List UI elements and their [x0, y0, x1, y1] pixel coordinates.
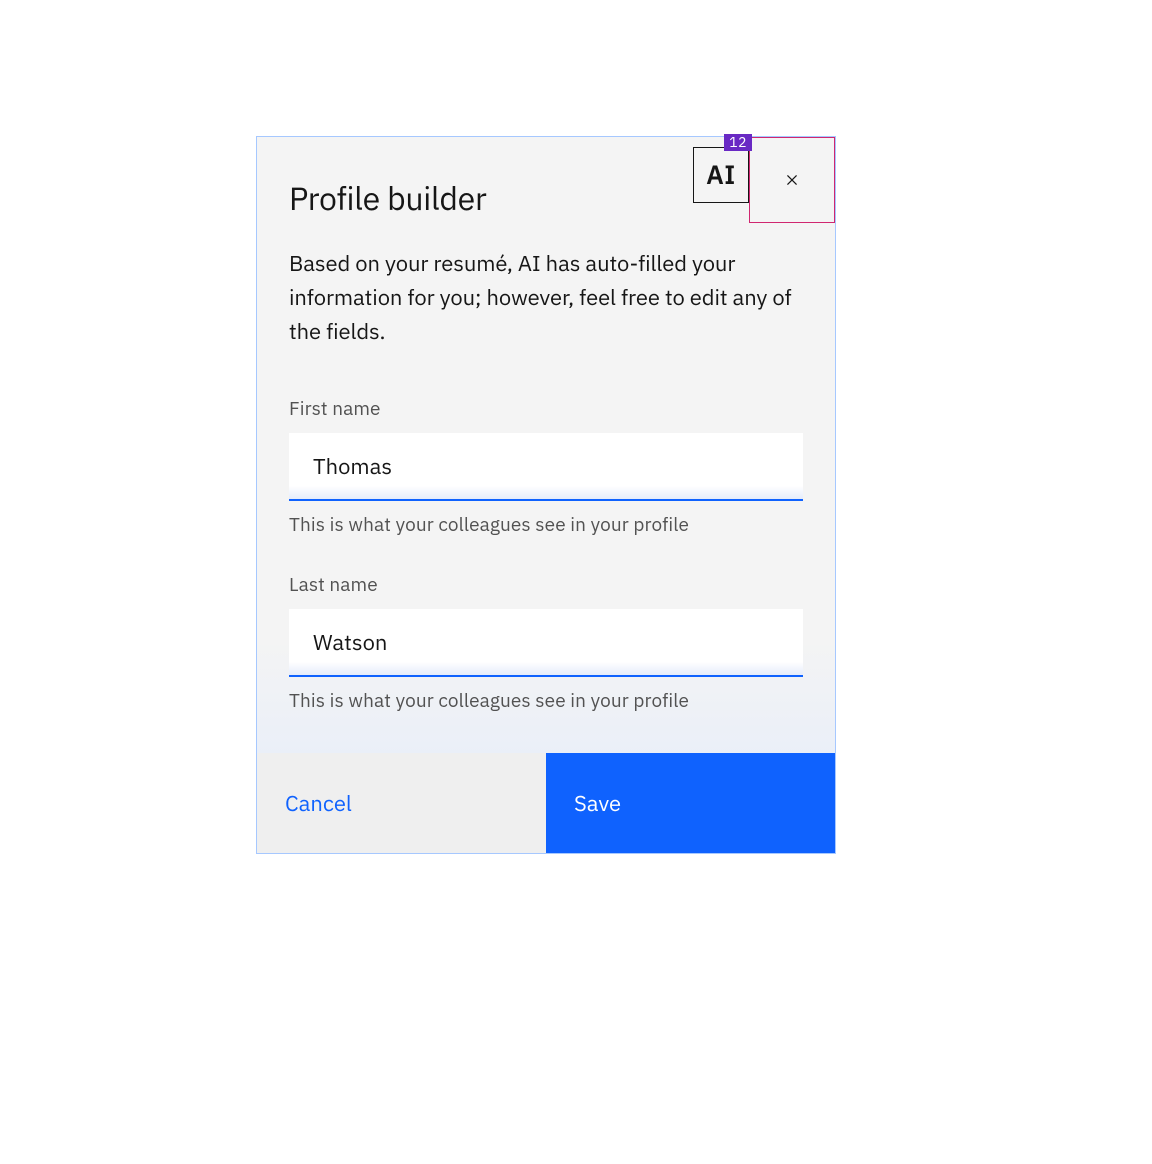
- last-name-helper: This is what your colleagues see in your…: [289, 689, 803, 713]
- first-name-helper: This is what your colleagues see in your…: [289, 513, 803, 537]
- first-name-label: First name: [289, 397, 803, 421]
- cancel-button[interactable]: Cancel: [257, 753, 546, 853]
- save-button[interactable]: Save: [546, 753, 835, 853]
- first-name-input[interactable]: [289, 433, 803, 501]
- ai-badge[interactable]: AI 12: [693, 147, 749, 203]
- ai-badge-count: 12: [724, 134, 752, 151]
- modal-footer: Cancel Save: [257, 753, 835, 853]
- close-button[interactable]: [749, 137, 835, 223]
- last-name-input[interactable]: [289, 609, 803, 677]
- header-actions: AI 12: [693, 147, 835, 223]
- ai-badge-label: AI: [706, 158, 735, 192]
- modal-title: Profile builder: [257, 137, 486, 219]
- close-icon: [782, 170, 802, 190]
- modal-body: Based on your resumé, AI has auto-filled…: [257, 223, 835, 753]
- modal-header: Profile builder AI 12: [257, 137, 835, 223]
- first-name-field: First name This is what your colleagues …: [289, 397, 803, 537]
- profile-builder-modal: Profile builder AI 12 Based on your resu…: [256, 136, 836, 854]
- last-name-field: Last name This is what your colleagues s…: [289, 573, 803, 713]
- last-name-label: Last name: [289, 573, 803, 597]
- modal-description: Based on your resumé, AI has auto-filled…: [289, 247, 803, 349]
